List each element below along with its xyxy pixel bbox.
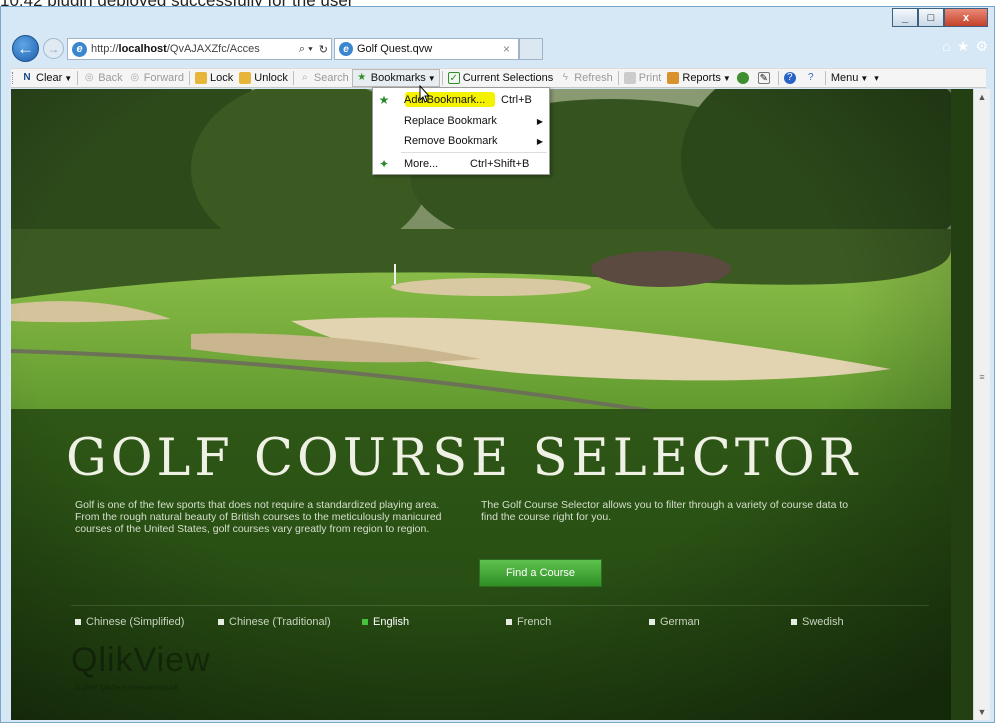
find-a-course-button[interactable]: Find a Course <box>479 559 602 587</box>
whats-this-button[interactable]: ? <box>802 69 823 87</box>
language-chinese-traditional[interactable]: Chinese (Traditional) <box>218 616 331 628</box>
back-button[interactable]: ◎ Back <box>80 69 125 87</box>
url-text[interactable]: http://localhost/QvAJAXZfc/Acces <box>91 43 296 55</box>
users-icon <box>736 72 749 84</box>
qlikview-sheet: GOLF COURSE SELECTOR Golf is one of the … <box>11 89 990 720</box>
lock-button[interactable]: Lock <box>192 69 236 87</box>
intro-text-left: Golf is one of the few sports that does … <box>75 499 442 535</box>
search-button[interactable]: ⌕ Search <box>296 69 352 87</box>
unlock-button[interactable]: Unlock <box>236 69 291 87</box>
menu-button[interactable]: Menu ▼ <box>828 69 871 87</box>
minimize-button[interactable]: _ <box>892 8 918 27</box>
scroll-down-arrow-icon[interactable]: ▼ <box>974 704 990 720</box>
tab-favicon-icon: e <box>339 42 353 56</box>
reports-icon <box>667 72 680 84</box>
help-button[interactable]: ? <box>781 69 802 87</box>
scroll-thumb[interactable]: ≡ <box>977 359 987 395</box>
browser-toolbar-icons: ⌂ ★ ⚙ <box>942 38 988 55</box>
browser-window: _ □ x ← → e http://localhost/QvAJAXZfc/A… <box>0 6 995 723</box>
language-bullet-icon <box>649 619 655 625</box>
menu-item-remove-bookmark[interactable]: Remove Bookmark ▶ <box>373 131 549 151</box>
qlikview-toolbar: N Clear ▼ ◎ Back ◎ Forward Lock Unlock ⌕ Sear… <box>11 68 986 88</box>
refresh-bolt-icon: ϟ <box>562 72 568 83</box>
address-bar[interactable]: e http://localhost/QvAJAXZfc/Acces ⌕ ▾ ↻ <box>67 38 332 60</box>
back-icon: ◎ <box>84 72 94 83</box>
forward-arrow-icon[interactable]: → <box>43 38 64 59</box>
bookmarks-menu: ★ Add Bookmark... Ctrl+B Replace Bookmar… <box>372 87 550 175</box>
clear-button[interactable]: N Clear ▼ <box>18 69 75 87</box>
tab-close-icon[interactable]: × <box>503 42 518 56</box>
vertical-scrollbar[interactable]: ▲ ≡ ▼ <box>973 89 990 720</box>
lock-icon <box>195 72 208 84</box>
users-button[interactable] <box>734 69 755 87</box>
language-english[interactable]: English <box>362 616 409 628</box>
back-arrow-icon[interactable]: ← <box>12 35 39 62</box>
favorites-star-icon[interactable]: ★ <box>957 38 970 55</box>
star-icon: ★ <box>378 93 390 107</box>
divider <box>71 605 929 606</box>
language-bullet-icon <box>791 619 797 625</box>
search-icon: ⌕ <box>302 72 308 83</box>
clear-icon: N <box>23 72 31 83</box>
language-bullet-icon <box>218 619 224 625</box>
url-host: localhost <box>118 43 167 55</box>
forward-icon: ◎ <box>130 72 140 83</box>
language-swedish[interactable]: Swedish <box>791 616 844 628</box>
language-selector: Chinese (Simplified) Chinese (Traditiona… <box>75 616 935 632</box>
menu-item-more[interactable]: ✦ More... Ctrl+Shift+B <box>373 154 549 174</box>
unlock-icon <box>239 72 252 84</box>
print-icon <box>623 72 636 84</box>
scroll-up-arrow-icon[interactable]: ▲ <box>974 89 990 105</box>
language-bullet-icon <box>75 619 81 625</box>
window-controls: _ □ x <box>892 8 988 27</box>
maximize-button[interactable]: □ <box>918 8 944 27</box>
language-chinese-simplified[interactable]: Chinese (Simplified) <box>75 616 184 628</box>
language-french[interactable]: French <box>506 616 551 628</box>
tab-title: Golf Quest.qvw <box>357 43 433 55</box>
new-tab-button[interactable] <box>519 38 543 60</box>
toolbar-grip <box>12 72 15 84</box>
address-row: ← → e http://localhost/QvAJAXZfc/Acces ⌕… <box>1 29 994 65</box>
qlikview-logo: QlikView <box>71 641 211 679</box>
mouse-cursor-icon <box>419 85 431 103</box>
toolbar-overflow-icon[interactable]: ▾ <box>871 69 882 87</box>
search-dropdown-icon[interactable]: ⌕ ▾ <box>296 43 316 56</box>
help-icon: ? <box>783 72 796 84</box>
refresh-icon[interactable]: ↻ <box>316 43 331 56</box>
screen: { "caption": "10.42 plugin deployed succ… <box>0 0 995 723</box>
edit-pencil-icon: ✎ <box>757 72 770 84</box>
submenu-arrow-icon: ▶ <box>536 136 543 146</box>
reports-button[interactable]: Reports ▼ <box>664 69 733 87</box>
stars-icon: ✦ <box>378 157 390 171</box>
current-selections-icon: ✓ <box>447 72 460 84</box>
menu-separator <box>401 152 547 153</box>
language-bullet-icon <box>506 619 512 625</box>
home-icon[interactable]: ⌂ <box>942 38 950 55</box>
forward-button[interactable]: ◎ Forward <box>126 69 187 87</box>
language-bullet-icon <box>362 619 368 625</box>
bookmark-star-icon: ★ <box>357 72 367 83</box>
submenu-arrow-icon: ▶ <box>536 116 543 126</box>
tab-golf-quest[interactable]: e Golf Quest.qvw × <box>334 38 519 60</box>
refresh-button[interactable]: ϟ Refresh <box>556 69 616 87</box>
settings-gear-icon[interactable]: ⚙ <box>975 38 988 55</box>
current-selections-button[interactable]: ✓ Current Selections <box>445 69 557 87</box>
menu-item-add-bookmark[interactable]: ★ Add Bookmark... Ctrl+B <box>373 90 549 110</box>
whats-this-icon: ? <box>808 72 814 83</box>
menu-item-replace-bookmark[interactable]: Replace Bookmark ▶ <box>373 111 549 131</box>
edit-button[interactable]: ✎ <box>755 69 776 87</box>
page-title: GOLF COURSE SELECTOR <box>66 429 862 488</box>
ie-logo-icon: e <box>72 41 87 57</box>
close-button[interactable]: x <box>944 8 988 27</box>
print-button[interactable]: Print <box>621 69 665 87</box>
intro-text-right: The Golf Course Selector allows you to f… <box>481 499 849 523</box>
language-german[interactable]: German <box>649 616 700 628</box>
copyright-text: © 2009 QlikTech International AB <box>75 685 178 692</box>
